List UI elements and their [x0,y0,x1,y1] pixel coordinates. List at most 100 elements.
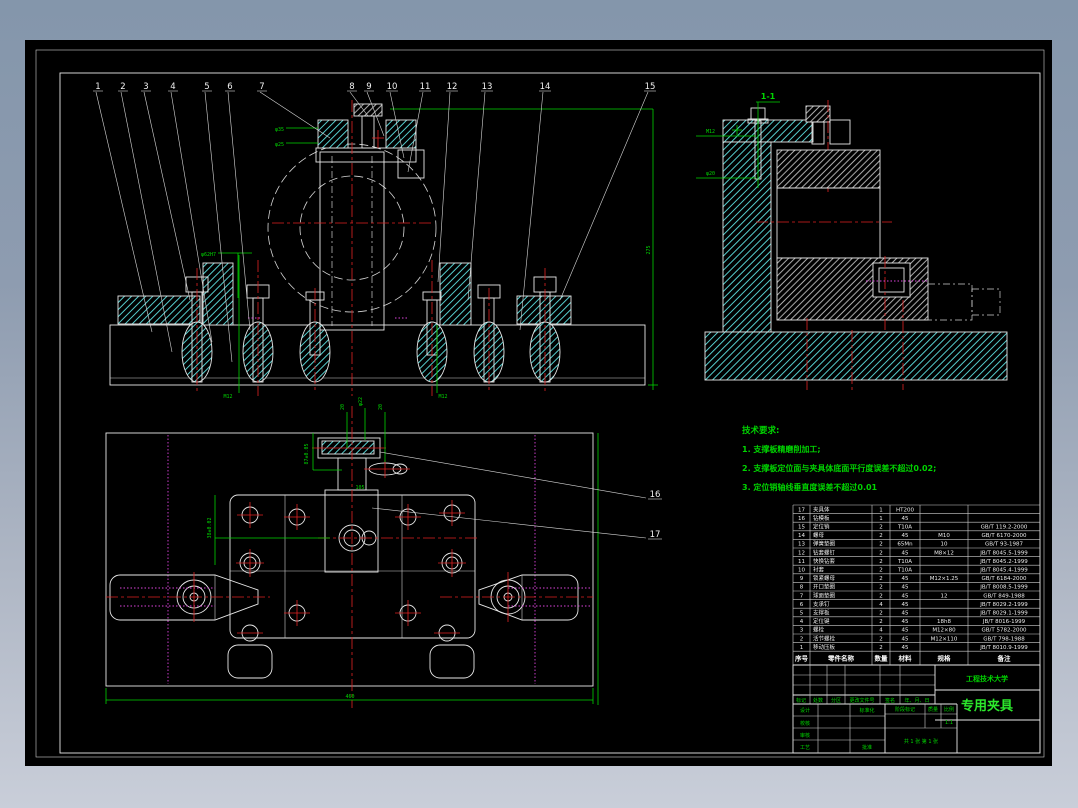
part-row-name: 定位键 [813,617,830,625]
part-row-remark: JB/T 8029.2-1999 [979,602,1028,608]
dim-plan-top1: 20 [340,404,346,410]
part-row-name: 支撑板 [813,609,830,617]
part-row-name: 支承钉 [813,600,830,608]
part-row-name: 螺母 [813,531,825,539]
part-row-material: HT200 [896,507,914,513]
part-row-remark: JB/T 8045.5-1999 [979,550,1028,556]
part-row-no: 15 [798,525,805,531]
part-row-material: 45 [902,585,909,591]
tb-date: 年、月、日 [904,697,929,704]
part-row-remark: JB/T 8045.2-1999 [979,559,1028,565]
part-row-remark: GB/T 6184-2000 [982,576,1027,582]
dim-plan-top3: 20 [378,404,384,410]
part-row-qty: 2 [879,542,883,548]
tb-process: 工艺 [800,745,810,751]
part-row-qty: 2 [879,645,883,651]
part-row-material: 45 [902,628,909,634]
parts-header: 规格 [938,653,952,662]
callout-15: 15 [645,82,656,92]
part-row-no: 7 [800,593,804,599]
callout-3: 3 [143,82,148,92]
callout-4: 4 [170,82,175,92]
part-row-remark: JB/T 8045.4-1999 [979,568,1028,574]
part-row-remark: GB/T 5782-2000 [982,628,1027,634]
part-row-material: 45 [902,576,909,582]
part-row-qty: 2 [879,550,883,556]
part-row-remark: JB/T 8016-1999 [982,619,1026,625]
part-row-material: 45 [902,619,909,625]
tb-weight: 质量 [928,706,938,713]
part-row-qty: 2 [879,636,883,642]
part-row-qty: 2 [879,576,883,582]
parts-header: 数量 [875,653,889,662]
tech-requirement-2: 2. 支撑板定位面与夹具体底面平行度误差不超过0.02; [742,463,936,473]
part-row-name: 球面垫圈 [813,591,836,599]
part-row-qty: 4 [879,602,883,608]
tb-sheet: 共 1 张 第 1 张 [904,738,938,745]
part-row-material: T10A [897,568,912,574]
tb-mark: 标记 [796,697,806,704]
part-row-material: 45 [902,550,909,556]
part-row-name: 螺栓 [813,626,825,634]
callout-14: 14 [540,82,551,92]
part-row-remark: GB/T 93-1987 [985,542,1023,548]
drawing-canvas[interactable]: φ35 φ25 φ62H7 M12 M12 275 M12 φ20 1-1 38… [0,0,1078,808]
part-row-no: 9 [800,576,804,582]
part-row-qty: 2 [879,568,883,574]
dim-plan-top2: φ22 [358,397,364,406]
part-row-no: 16 [798,516,805,522]
part-row-material: T10A [897,525,912,531]
dim-front-height: 275 [646,245,652,254]
part-row-spec: 10 [941,542,948,548]
dim-side-1: M12 [706,129,715,135]
part-row-qty: 1 [879,516,883,522]
part-row-material: 45 [902,593,909,599]
part-row-no: 1 [800,645,804,651]
tb-check: 校核 [800,720,810,727]
part-row-remark: JB/T 8008.5-1999 [979,585,1028,591]
part-row-name: 衬套 [813,566,825,574]
tech-requirements-title: 技术要求: [742,425,779,436]
callout-9: 9 [366,82,371,92]
dim-plan-mid: 38±0.02 [207,517,213,538]
part-row-material: 65Mn [897,542,913,548]
callout-1: 1 [95,82,100,92]
part-row-no: 17 [798,507,805,513]
dim-front-bolt-left: M12 [223,394,232,400]
callout-17: 17 [650,530,661,540]
part-row-name: 移动压板 [813,643,836,651]
part-row-no: 3 [800,628,804,634]
part-row-name: 弹簧垫圈 [813,540,836,548]
tb-sign: 签名 [885,697,895,704]
callout-13: 13 [482,82,493,92]
dim-side-2: φ20 [706,171,715,177]
part-row-material: 45 [902,611,909,617]
callout-5: 5 [204,82,209,92]
part-row-spec: M12×110 [931,636,958,642]
tech-requirement-3: 3. 定位销轴线垂直度误差不超过0.01 [742,482,878,492]
part-row-no: 5 [800,611,804,617]
part-row-no: 13 [798,542,805,548]
part-row-no: 14 [798,533,805,539]
dim-plan-slot-bottom: 105 [355,485,364,491]
tb-scale-label: 比例 [944,706,954,713]
tb-change-no: 更改文件号 [849,697,874,704]
part-row-no: 10 [798,568,805,574]
part-row-spec: 12 [941,593,948,599]
callout-10: 10 [387,82,398,92]
part-row-name: 开口垫圈 [813,583,836,591]
part-row-no: 8 [800,585,804,591]
part-row-material: 45 [902,636,909,642]
dim-front-mid: φ62H7 [201,252,216,258]
part-row-material: T10A [897,559,912,565]
callout-8: 8 [349,82,354,92]
part-row-remark: GB/T 849-1988 [983,593,1025,599]
part-row-spec: M12×1.25 [930,576,959,582]
parts-header: 序号 [794,653,809,662]
part-row-qty: 4 [879,628,883,634]
tb-standard: 标准化 [859,707,874,714]
part-row-name: 锁紧螺母 [813,574,836,582]
part-row-qty: 2 [879,593,883,599]
section-label: 1-1 [761,92,776,101]
part-row-material: 45 [902,533,909,539]
